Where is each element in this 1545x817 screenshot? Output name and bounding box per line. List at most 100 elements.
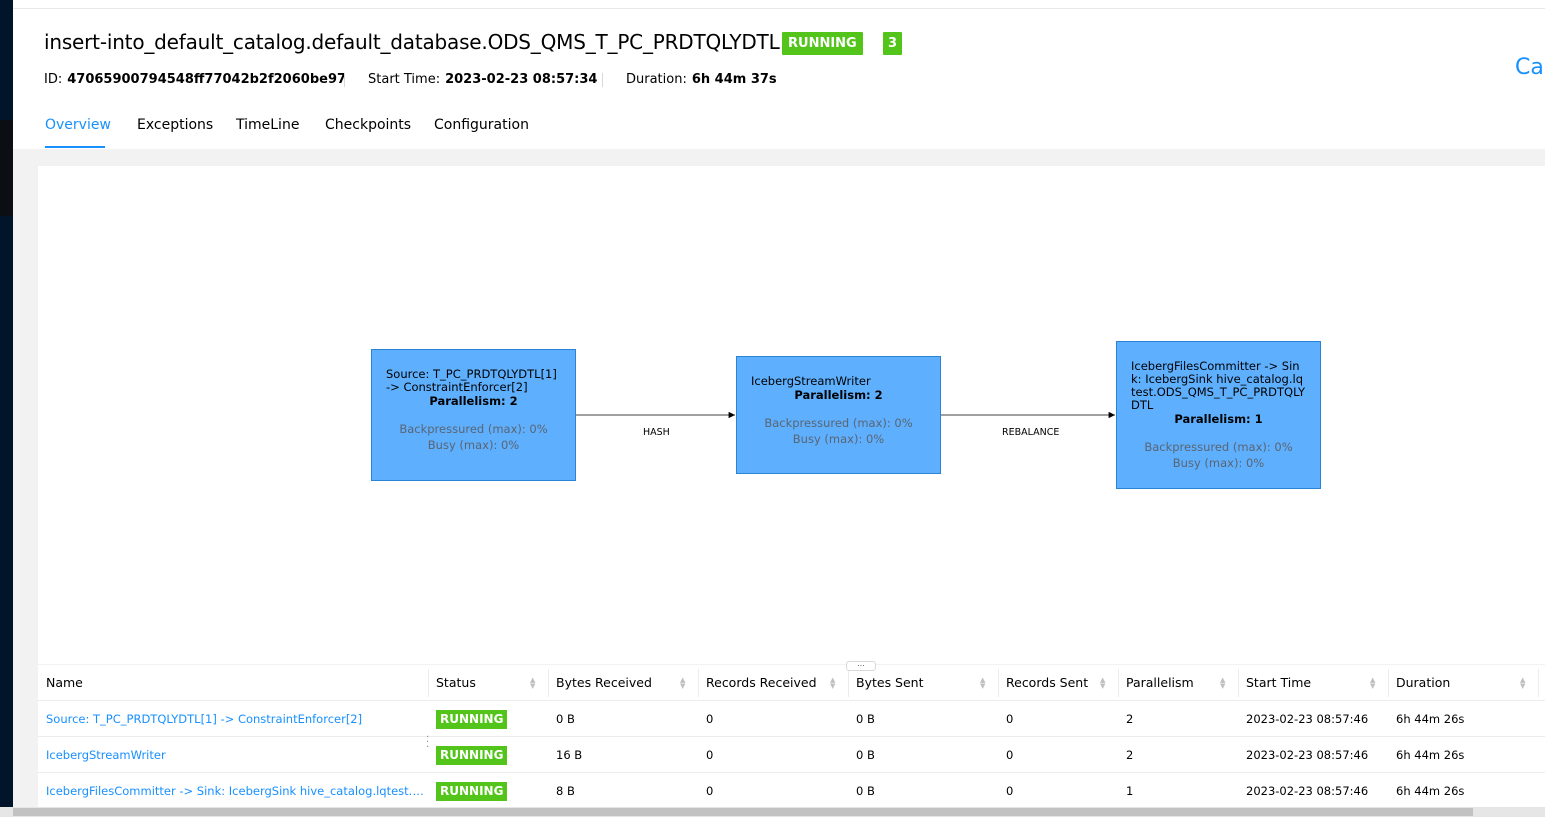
bytes-sent: 0 B <box>856 712 875 726</box>
duration: 6h 44m 26s <box>1396 784 1465 798</box>
job-id-label: ID: <box>44 72 63 87</box>
column-header-parallelism[interactable]: Parallelism <box>1126 665 1194 701</box>
sort-icon[interactable]: ▲ ▼ <box>1220 677 1225 690</box>
node-parallelism: Parallelism: 2 <box>794 388 883 402</box>
status-badge: RUNNING <box>436 746 508 765</box>
column-divider <box>698 669 699 697</box>
column-resize-handle[interactable]: · · · <box>426 733 429 753</box>
top-bar <box>13 0 1545 9</box>
sort-icon[interactable]: ▲ ▼ <box>830 677 835 690</box>
job-start-time: Start Time: 2023-02-23 08:57:34 <box>368 72 597 87</box>
records-received: 0 <box>706 712 714 726</box>
column-header-records-sent[interactable]: Records Sent <box>1006 665 1089 701</box>
records-received: 0 <box>706 748 714 762</box>
horizontal-scrollbar[interactable] <box>0 807 1545 817</box>
resize-splitter[interactable]: ... <box>846 660 876 671</box>
status-badge: RUNNING <box>436 782 508 801</box>
node-name: Source: T_PC_PRDTQLYDTL[1] -> Constraint… <box>386 367 557 394</box>
meta-divider <box>602 73 603 87</box>
bytes-received: 8 B <box>556 784 575 798</box>
start-time: 2023-02-23 08:57:46 <box>1246 784 1369 798</box>
graph-node-committer[interactable]: IcebergFilesCommitter -> Sink: IcebergSi… <box>1116 341 1321 489</box>
node-backpressured: Backpressured (max): 0% <box>1144 440 1293 454</box>
column-header-bytes-received[interactable]: Bytes Received <box>556 665 652 701</box>
job-id: ID: 47065900794548ff77042b2f2060be97 <box>44 72 346 87</box>
node-parallelism: Parallelism: 2 <box>429 394 518 408</box>
column-header-status[interactable]: Status <box>436 665 476 701</box>
tab-overview[interactable]: Overview <box>45 117 111 133</box>
records-received: 0 <box>706 784 714 798</box>
sort-icon[interactable]: ▲ ▼ <box>530 677 535 690</box>
tab-checkpoints[interactable]: Checkpoints <box>325 117 411 133</box>
sort-icon[interactable]: ▲ ▼ <box>680 677 685 690</box>
node-backpressured: Backpressured (max): 0% <box>399 422 548 436</box>
table-row[interactable]: Source: T_PC_PRDTQLYDTL[1] -> Constraint… <box>38 700 1545 737</box>
tab-timeline[interactable]: TimeLine <box>236 117 299 133</box>
node-busy: Busy (max): 0% <box>427 438 520 452</box>
task-count-badge: 3 <box>883 32 903 55</box>
job-graph-canvas[interactable]: HASH REBALANCE Source: T_PC_PRDTQLYDTL[1… <box>38 166 1545 664</box>
start-time: 2023-02-23 08:57:46 <box>1246 712 1369 726</box>
column-divider <box>548 669 549 697</box>
sidebar <box>0 0 13 817</box>
duration-label: Duration: <box>626 72 687 87</box>
column-divider <box>1538 669 1539 697</box>
active-tab-indicator <box>45 146 105 148</box>
bytes-received: 16 B <box>556 748 583 762</box>
column-divider <box>1388 669 1389 697</box>
column-divider <box>1238 669 1239 697</box>
bytes-received: 0 B <box>556 712 575 726</box>
vertices-table: Name Status ▲ ▼ Bytes Received ▲ ▼ Records… <box>38 665 1545 807</box>
vertex-name-link[interactable]: IcebergStreamWriter <box>46 737 426 773</box>
start-time-label: Start Time: <box>368 72 441 87</box>
job-duration: Duration: 6h 44m 37s <box>626 72 777 87</box>
column-divider <box>428 669 429 697</box>
sort-icon[interactable]: ▲ ▼ <box>1370 677 1375 690</box>
status-badge: RUNNING <box>436 710 508 729</box>
column-header-records-received[interactable]: Records Received <box>706 665 817 701</box>
job-title: insert-into_default_catalog.default_data… <box>44 30 780 54</box>
parallelism: 2 <box>1126 712 1134 726</box>
node-parallelism: Parallelism: 1 <box>1174 412 1263 426</box>
duration: 6h 44m 26s <box>1396 712 1465 726</box>
job-header: insert-into_default_catalog.default_data… <box>13 9 1545 149</box>
graph-node-source[interactable]: Source: T_PC_PRDTQLYDTL[1] -> Constraint… <box>371 349 576 481</box>
tab-exceptions[interactable]: Exceptions <box>137 117 213 133</box>
job-id-value: 47065900794548ff77042b2f2060be97 <box>67 72 347 87</box>
cancel-job-button[interactable]: Car <box>1515 55 1545 80</box>
column-header-start-time[interactable]: Start Time <box>1246 665 1312 701</box>
table-row[interactable]: IcebergFilesCommitter -> Sink: IcebergSi… <box>38 772 1545 809</box>
column-header-name[interactable]: Name <box>46 665 83 701</box>
node-busy: Busy (max): 0% <box>792 432 885 446</box>
node-backpressured: Backpressured (max): 0% <box>764 416 913 430</box>
start-time: 2023-02-23 08:57:46 <box>1246 748 1369 762</box>
records-sent: 0 <box>1006 712 1014 726</box>
vertex-name-link[interactable]: IcebergFilesCommitter -> Sink: IcebergSi… <box>46 773 426 809</box>
parallelism: 2 <box>1126 748 1134 762</box>
bytes-sent: 0 B <box>856 784 875 798</box>
records-sent: 0 <box>1006 748 1014 762</box>
node-busy: Busy (max): 0% <box>1172 456 1265 470</box>
edge-label-rebalance: REBALANCE <box>1002 427 1060 438</box>
sort-icon[interactable]: ▲ ▼ <box>1100 677 1105 690</box>
vertex-name-link[interactable]: Source: T_PC_PRDTQLYDTL[1] -> Constraint… <box>46 701 426 737</box>
duration: 6h 44m 26s <box>1396 748 1465 762</box>
parallelism: 1 <box>1126 784 1134 798</box>
duration-value: 6h 44m 37s <box>691 72 777 87</box>
sort-icon[interactable]: ▲ ▼ <box>980 677 985 690</box>
graph-node-writer[interactable]: IcebergStreamWriter Parallelism: 2 Backp… <box>736 356 941 474</box>
column-header-duration[interactable]: Duration <box>1396 665 1451 701</box>
meta-divider <box>344 73 345 87</box>
sidebar-active-marker <box>0 120 13 216</box>
node-name: IcebergFilesCommitter -> Sink: IcebergSi… <box>1131 359 1305 412</box>
start-time-value: 2023-02-23 08:57:34 <box>445 72 598 87</box>
node-name: IcebergStreamWriter <box>751 374 871 388</box>
table-row[interactable]: IcebergStreamWriter RUNNING 16 B 0 0 B 0… <box>38 736 1545 773</box>
edge-label-hash: HASH <box>643 427 670 438</box>
sort-icon[interactable]: ▲ ▼ <box>1520 677 1525 690</box>
job-status-badge: RUNNING <box>782 32 863 55</box>
bytes-sent: 0 B <box>856 748 875 762</box>
scrollbar-thumb[interactable] <box>13 808 1473 816</box>
records-sent: 0 <box>1006 784 1014 798</box>
tab-configuration[interactable]: Configuration <box>434 117 529 133</box>
